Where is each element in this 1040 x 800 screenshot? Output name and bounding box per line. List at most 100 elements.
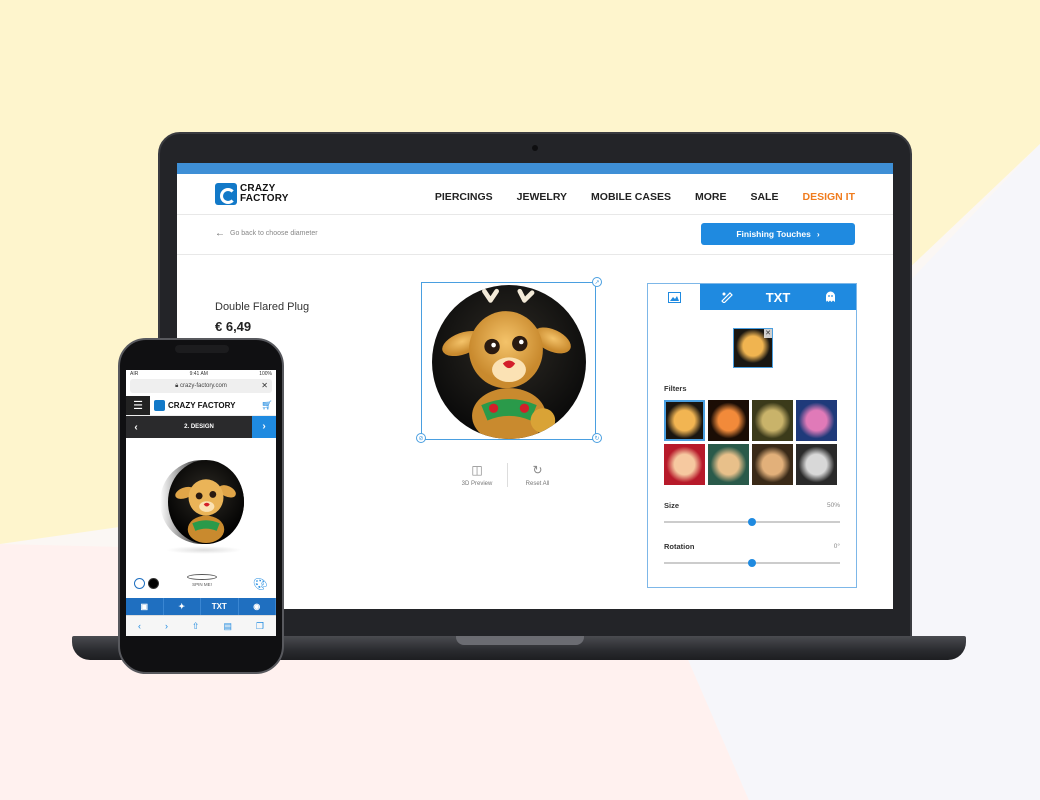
product-price: € 6,49 xyxy=(215,319,252,334)
arrow-left-icon: ← xyxy=(215,228,225,239)
resize-handle-icon[interactable]: ↗ xyxy=(592,277,602,287)
step-bar: ‹ 2. DESIGN › xyxy=(126,416,276,438)
step-next-icon[interactable]: › xyxy=(252,416,276,438)
filter-soft[interactable] xyxy=(708,444,749,485)
image-icon: ▣ xyxy=(140,602,149,611)
lock-icon: 🔒︎ xyxy=(175,382,179,389)
3d-preview-label: 3D Preview xyxy=(461,481,493,487)
ghost-icon xyxy=(825,291,835,302)
phone-notch xyxy=(175,345,229,353)
color-option-black[interactable] xyxy=(148,578,159,589)
close-icon[interactable]: ✕ xyxy=(261,381,268,390)
mobile-tab-ghost[interactable]: ◉ xyxy=(239,598,276,615)
filter-grayscale[interactable] xyxy=(796,444,837,485)
step-label: 2. DESIGN xyxy=(184,424,214,430)
battery: 100% xyxy=(259,371,272,377)
palette-icon[interactable]: 🎨︎ xyxy=(253,577,268,591)
brand-logo[interactable]: CRAZY FACTORY xyxy=(215,183,290,205)
finishing-touches-label: Finishing Touches xyxy=(736,229,811,239)
browser-toolbar: ‹ › ⇧ ▤ ❐ xyxy=(126,615,276,636)
tab-ghost[interactable] xyxy=(804,284,856,310)
nav-item-mobile-cases[interactable]: MOBILE CASES xyxy=(591,191,671,203)
chevron-right-icon: › xyxy=(816,229,820,239)
mobile-tab-image[interactable]: ▣ xyxy=(126,598,164,615)
url-text: crazy-factory.com xyxy=(179,383,227,389)
remove-image-icon[interactable]: ✕ xyxy=(764,329,772,338)
nav-item-more[interactable]: MORE xyxy=(695,191,727,203)
status-bar: AIR 9:41 AM 100% xyxy=(126,370,276,379)
nav-item-jewelry[interactable]: JEWELRY xyxy=(517,191,567,203)
carrier: AIR xyxy=(130,371,139,377)
mobile-tab-sticker[interactable]: ✦ xyxy=(164,598,201,615)
rotation-label: Rotation xyxy=(664,542,695,551)
logo-mark-icon xyxy=(215,183,237,205)
cart-icon[interactable]: 🛒︎ xyxy=(258,400,276,411)
canvas-tools: ◫ 3D Preview ↻ Reset All xyxy=(447,463,567,487)
mobile-plug-preview[interactable] xyxy=(160,460,244,544)
reset-icon: ↻ xyxy=(532,463,543,477)
3d-preview-button[interactable]: ◫ 3D Preview xyxy=(447,463,507,487)
sticker-icon: ✦ xyxy=(178,602,186,611)
back-icon[interactable]: ‹ xyxy=(138,621,141,631)
filter-warm[interactable] xyxy=(708,400,749,441)
tab-text[interactable]: TXT xyxy=(752,284,804,310)
logo-line-2: FACTORY xyxy=(240,193,289,204)
back-link-label: Go back to choose diameter xyxy=(230,230,318,237)
hamburger-menu-icon[interactable]: ☰ xyxy=(126,396,150,415)
design-selection-box[interactable]: ↗ ⊘ ↻ xyxy=(416,277,602,443)
uploaded-image-thumbnail[interactable]: ✕ xyxy=(733,328,773,368)
filter-bright[interactable] xyxy=(664,444,705,485)
laptop-camera xyxy=(532,145,538,151)
size-label: Size xyxy=(664,501,680,510)
top-bar xyxy=(177,163,893,174)
mobile-plug-image xyxy=(168,460,244,544)
rotate-handle-icon[interactable]: ↻ xyxy=(592,433,602,443)
plug-shadow xyxy=(166,546,242,554)
spin-control[interactable]: SPIN ME! xyxy=(182,574,222,587)
image-icon xyxy=(667,291,681,303)
forward-icon[interactable]: › xyxy=(165,621,168,631)
design-panel: TXT ✕ Filters Size 50% Rotation 0° xyxy=(647,283,857,588)
panel-tabs: TXT xyxy=(648,284,856,310)
plug-preview-image xyxy=(432,285,586,439)
delete-handle-icon[interactable]: ⊘ xyxy=(416,433,426,443)
reset-all-button[interactable]: ↻ Reset All xyxy=(507,463,567,487)
filter-grid xyxy=(664,400,840,485)
cube-icon: ◫ xyxy=(471,463,483,477)
laptop-screen: CRAZY FACTORY PIERCINGS JEWELRY MOBILE C… xyxy=(177,163,893,609)
sticker-icon xyxy=(720,292,733,303)
product-name: Double Flared Plug xyxy=(215,301,310,313)
nav-item-piercings[interactable]: PIERCINGS xyxy=(435,191,493,203)
filter-cool[interactable] xyxy=(796,400,837,441)
url-bar[interactable]: 🔒︎ crazy-factory.com ✕ xyxy=(130,379,272,393)
share-icon[interactable]: ⇧ xyxy=(192,621,200,632)
nav-item-sale[interactable]: SALE xyxy=(750,191,778,203)
size-slider-knob[interactable] xyxy=(748,518,756,526)
back-link[interactable]: ← Go back to choose diameter xyxy=(215,228,318,239)
bookmarks-icon[interactable]: ▤ xyxy=(223,621,232,632)
main-nav: PIERCINGS JEWELRY MOBILE CASES MORE SALE… xyxy=(435,191,855,203)
mobile-header: ☰ CRAZY FACTORY 🛒︎ xyxy=(126,396,276,416)
nav-item-design-it[interactable]: DESIGN IT xyxy=(802,191,855,203)
mobile-tabs: ▣ ✦ TXT ◉ xyxy=(126,598,276,615)
filter-sepia[interactable] xyxy=(752,444,793,485)
color-option-white[interactable] xyxy=(134,578,145,589)
phone-screen: AIR 9:41 AM 100% 🔒︎ crazy-factory.com ✕ … xyxy=(126,370,276,636)
tabs-icon[interactable]: ❐ xyxy=(256,621,264,632)
tab-image[interactable] xyxy=(648,284,700,310)
finishing-touches-button[interactable]: Finishing Touches › xyxy=(701,223,855,245)
mobile-logo[interactable]: CRAZY FACTORY xyxy=(150,400,258,411)
color-options xyxy=(134,578,159,589)
step-prev-icon[interactable]: ‹ xyxy=(126,422,146,433)
tab-sticker[interactable] xyxy=(700,284,752,310)
size-value: 50% xyxy=(826,502,840,509)
filter-vintage[interactable] xyxy=(752,400,793,441)
clock: 9:41 AM xyxy=(189,371,208,377)
deer-image xyxy=(175,479,236,544)
deer-image xyxy=(442,288,571,439)
filter-original[interactable] xyxy=(664,400,705,441)
rotation-slider-knob[interactable] xyxy=(748,559,756,567)
ghost-icon: ◉ xyxy=(253,602,261,611)
logo-mark-icon xyxy=(154,400,165,411)
mobile-tab-text[interactable]: TXT xyxy=(201,598,239,615)
